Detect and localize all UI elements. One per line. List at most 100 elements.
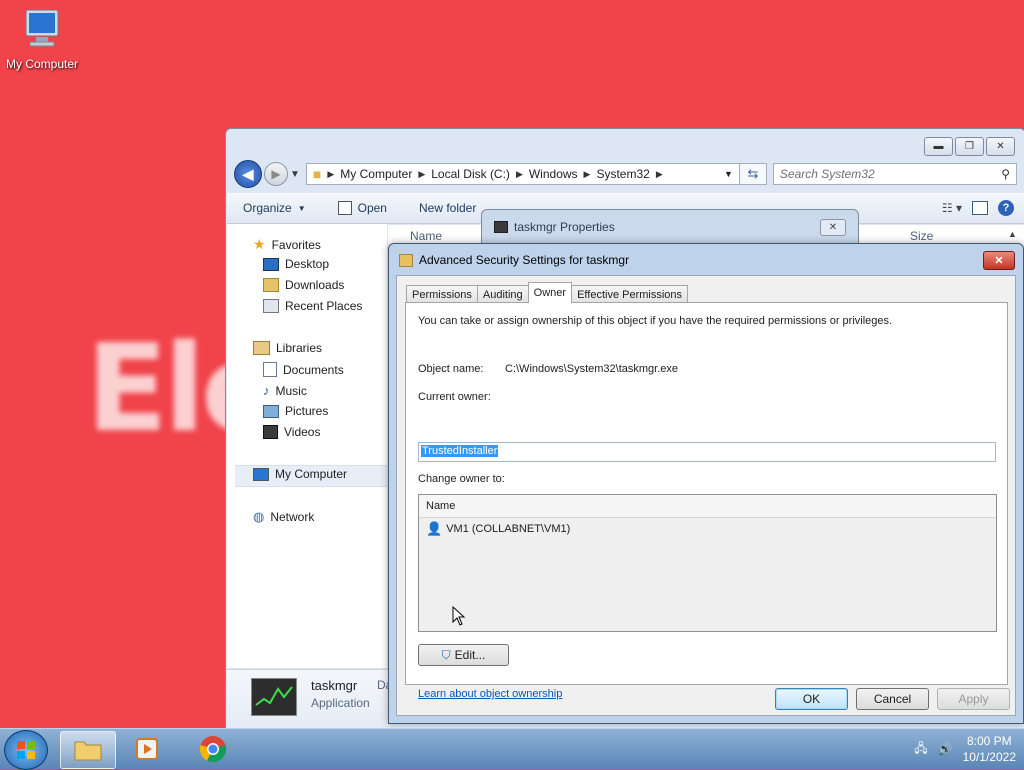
chevron-right-icon[interactable]: ▶ bbox=[656, 169, 663, 180]
taskbar-chrome-button[interactable] bbox=[186, 731, 240, 767]
folder-icon: ■ bbox=[312, 166, 322, 182]
organize-button[interactable]: Organize ▼ bbox=[227, 201, 322, 215]
arrow-right-icon: ▶ bbox=[271, 167, 281, 181]
object-name-value: C:\Windows\System32\taskmgr.exe bbox=[505, 363, 679, 375]
properties-dialog-title: taskmgr Properties bbox=[494, 220, 615, 234]
tab-permissions[interactable]: Permissions bbox=[406, 285, 478, 303]
current-owner-label: Current owner: bbox=[418, 391, 491, 403]
chevron-right-icon[interactable]: ▶ bbox=[327, 169, 334, 180]
current-owner-value: TrustedInstaller bbox=[421, 445, 499, 457]
nav-music-label: Music bbox=[275, 383, 307, 398]
properties-close-button[interactable]: ✕ bbox=[820, 219, 846, 236]
computer-icon bbox=[253, 467, 269, 481]
scroll-up-icon[interactable]: ▲ bbox=[1008, 229, 1017, 239]
nav-videos[interactable]: Videos bbox=[263, 425, 320, 439]
breadcrumb-my-computer[interactable]: My Computer bbox=[334, 167, 418, 181]
breadcrumb-system32[interactable]: System32 bbox=[590, 167, 655, 181]
chevron-right-icon[interactable]: ▶ bbox=[584, 169, 591, 180]
chevron-down-icon[interactable]: ▼ bbox=[724, 169, 739, 179]
cancel-button[interactable]: Cancel bbox=[856, 688, 929, 710]
details-file-name: taskmgr bbox=[311, 678, 358, 693]
desktop-icon bbox=[263, 257, 279, 271]
minimize-button[interactable]: ▬ bbox=[924, 137, 953, 156]
taskbar: 🖧 🔊 8:00 PM 10/1/2022 bbox=[0, 728, 1024, 770]
tab-effective-permissions[interactable]: Effective Permissions bbox=[571, 285, 689, 303]
edit-button-label: Edit... bbox=[454, 648, 486, 662]
preview-pane-icon[interactable] bbox=[972, 201, 988, 215]
nav-downloads[interactable]: Downloads bbox=[263, 278, 344, 292]
shield-icon: ⛉ bbox=[441, 647, 451, 662]
new-folder-label: New folder bbox=[418, 201, 477, 215]
nav-network-label: Network bbox=[270, 510, 315, 524]
search-input[interactable]: Search System32 ⚲ bbox=[772, 163, 1017, 185]
nav-downloads-label: Downloads bbox=[285, 278, 345, 292]
taskbar-media-player-button[interactable] bbox=[120, 731, 174, 767]
tab-auditing[interactable]: Auditing bbox=[476, 285, 529, 303]
column-name[interactable]: Name bbox=[410, 229, 442, 243]
list-item[interactable]: 👤 VM1 (COLLABNET\VM1) bbox=[426, 521, 570, 537]
current-owner-field[interactable]: TrustedInstaller bbox=[418, 442, 996, 462]
maximize-button[interactable]: ❐ bbox=[955, 137, 984, 156]
tab-owner[interactable]: Owner bbox=[527, 282, 573, 303]
music-icon: ♪ bbox=[263, 383, 270, 398]
column-size[interactable]: Size bbox=[910, 229, 933, 243]
nav-documents[interactable]: Documents bbox=[263, 362, 344, 377]
open-button[interactable]: Open bbox=[322, 201, 403, 215]
ok-button[interactable]: OK bbox=[775, 688, 848, 710]
help-icon[interactable]: ? bbox=[998, 200, 1014, 216]
close-icon: ✕ bbox=[994, 255, 1004, 267]
recent-pages-dropdown[interactable]: ▼ bbox=[290, 169, 300, 180]
nav-recent-places[interactable]: Recent Places bbox=[263, 299, 362, 313]
network-status-icon[interactable]: 🖧 bbox=[914, 739, 927, 760]
address-bar[interactable]: ■ ▶ My Computer ▶ Local Disk (C:) ▶ Wind… bbox=[305, 163, 740, 185]
forward-button[interactable]: ▶ bbox=[264, 162, 288, 186]
view-controls: ☷ ▾ ? bbox=[942, 200, 1024, 216]
volume-icon[interactable]: 🔊 bbox=[938, 742, 953, 756]
chevron-right-icon[interactable]: ▶ bbox=[418, 169, 425, 180]
chevron-right-icon[interactable]: ▶ bbox=[516, 169, 523, 180]
back-button[interactable]: ◀ bbox=[234, 160, 262, 188]
view-options-icon[interactable]: ☷ ▾ bbox=[942, 201, 962, 215]
close-button[interactable]: ✕ bbox=[986, 137, 1015, 156]
nav-libraries-label: Libraries bbox=[276, 341, 323, 355]
dialog-close-button[interactable]: ✕ bbox=[983, 251, 1015, 270]
documents-icon bbox=[263, 362, 277, 377]
nav-my-computer[interactable]: My Computer bbox=[253, 467, 347, 481]
start-button[interactable] bbox=[4, 730, 48, 770]
search-placeholder: Search System32 bbox=[779, 167, 875, 181]
details-file-type: Application bbox=[311, 696, 370, 710]
pictures-icon bbox=[263, 404, 279, 418]
taskbar-explorer-button[interactable] bbox=[60, 731, 116, 769]
dialog-body: Permissions Auditing Owner Effective Per… bbox=[396, 275, 1016, 716]
new-folder-button[interactable]: New folder bbox=[403, 201, 492, 215]
chrome-icon bbox=[199, 736, 227, 763]
edit-button[interactable]: ⛉ Edit... bbox=[418, 644, 509, 666]
breadcrumb-windows[interactable]: Windows bbox=[523, 167, 584, 181]
desktop-icon-my-computer[interactable]: My Computer bbox=[2, 8, 82, 71]
window-controls: ▬ ❐ ✕ bbox=[924, 137, 1015, 156]
mouse-cursor-icon bbox=[452, 606, 466, 626]
object-name-label: Object name: bbox=[418, 363, 484, 375]
windows-logo-icon bbox=[17, 741, 35, 759]
refresh-button[interactable]: ⇆ bbox=[739, 163, 767, 185]
refresh-icon: ⇆ bbox=[747, 166, 759, 181]
apply-button[interactable]: Apply bbox=[937, 688, 1010, 710]
nav-videos-label: Videos bbox=[284, 425, 321, 439]
nav-desktop[interactable]: Desktop bbox=[263, 257, 329, 271]
nav-libraries[interactable]: Libraries bbox=[253, 341, 322, 355]
taskmgr-icon bbox=[494, 221, 508, 233]
clock-time: 8:00 PM bbox=[966, 734, 1012, 748]
nav-recent-label: Recent Places bbox=[285, 299, 363, 313]
nav-network[interactable]: ◍ Network bbox=[253, 509, 314, 525]
clock[interactable]: 8:00 PM 10/1/2022 bbox=[963, 733, 1016, 765]
open-label: Open bbox=[357, 201, 387, 215]
nav-favorites[interactable]: ★ Favorites bbox=[253, 236, 321, 253]
nav-pictures[interactable]: Pictures bbox=[263, 404, 328, 418]
computer-icon bbox=[25, 9, 59, 47]
breadcrumb-local-disk[interactable]: Local Disk (C:) bbox=[425, 167, 516, 181]
list-column-name[interactable]: Name bbox=[419, 495, 996, 518]
change-owner-list[interactable]: Name 👤 VM1 (COLLABNET\VM1) bbox=[418, 494, 997, 632]
learn-ownership-link[interactable]: Learn about object ownership bbox=[418, 688, 562, 700]
nav-music[interactable]: ♪ Music bbox=[263, 383, 307, 398]
organize-label: Organize bbox=[243, 201, 292, 215]
